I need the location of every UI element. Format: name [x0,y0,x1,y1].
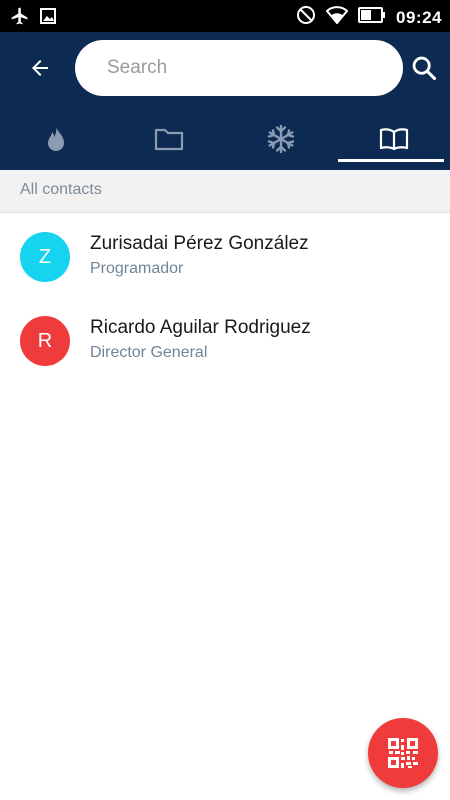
book-icon [379,128,408,151]
section-header: All contacts [0,170,450,213]
status-bar: 09:24 [0,0,450,32]
contact-item[interactable]: Z Zurisadai Pérez González Programador [0,214,450,298]
avatar: R [20,316,70,366]
airplane-icon [10,6,30,31]
folder-icon [154,128,183,151]
snowflake-icon [268,124,295,154]
search-field[interactable] [75,40,403,96]
qr-scan-button[interactable] [368,718,438,788]
section-title: All contacts [20,181,102,198]
battery-icon [358,7,386,28]
tab-bar [0,108,450,170]
contact-role: Director General [90,344,208,361]
active-tab-indicator [337,159,444,162]
contact-item[interactable]: R Ricardo Aguilar Rodriguez Director Gen… [0,298,450,382]
contact-role: Programador [90,260,184,277]
tab-contacts[interactable] [337,108,450,170]
search-input[interactable] [105,56,389,80]
tab-folders[interactable] [113,108,226,170]
contact-name: Ricardo Aguilar Rodriguez [90,317,311,338]
back-button[interactable] [20,52,60,84]
qr-code-icon [388,738,418,768]
search-button[interactable] [404,48,444,88]
flame-icon [48,126,65,151]
do-not-disturb-icon [296,5,316,30]
contact-name: Zurisadai Pérez González [90,233,309,254]
tab-recent[interactable] [0,108,113,170]
image-icon [40,8,56,29]
avatar: Z [20,232,70,282]
app-bar [0,32,450,170]
status-time: 09:24 [396,7,442,27]
tab-frozen[interactable] [225,108,338,170]
arrow-back-icon [32,60,48,76]
search-icon [412,56,437,81]
wifi-icon [325,6,349,29]
